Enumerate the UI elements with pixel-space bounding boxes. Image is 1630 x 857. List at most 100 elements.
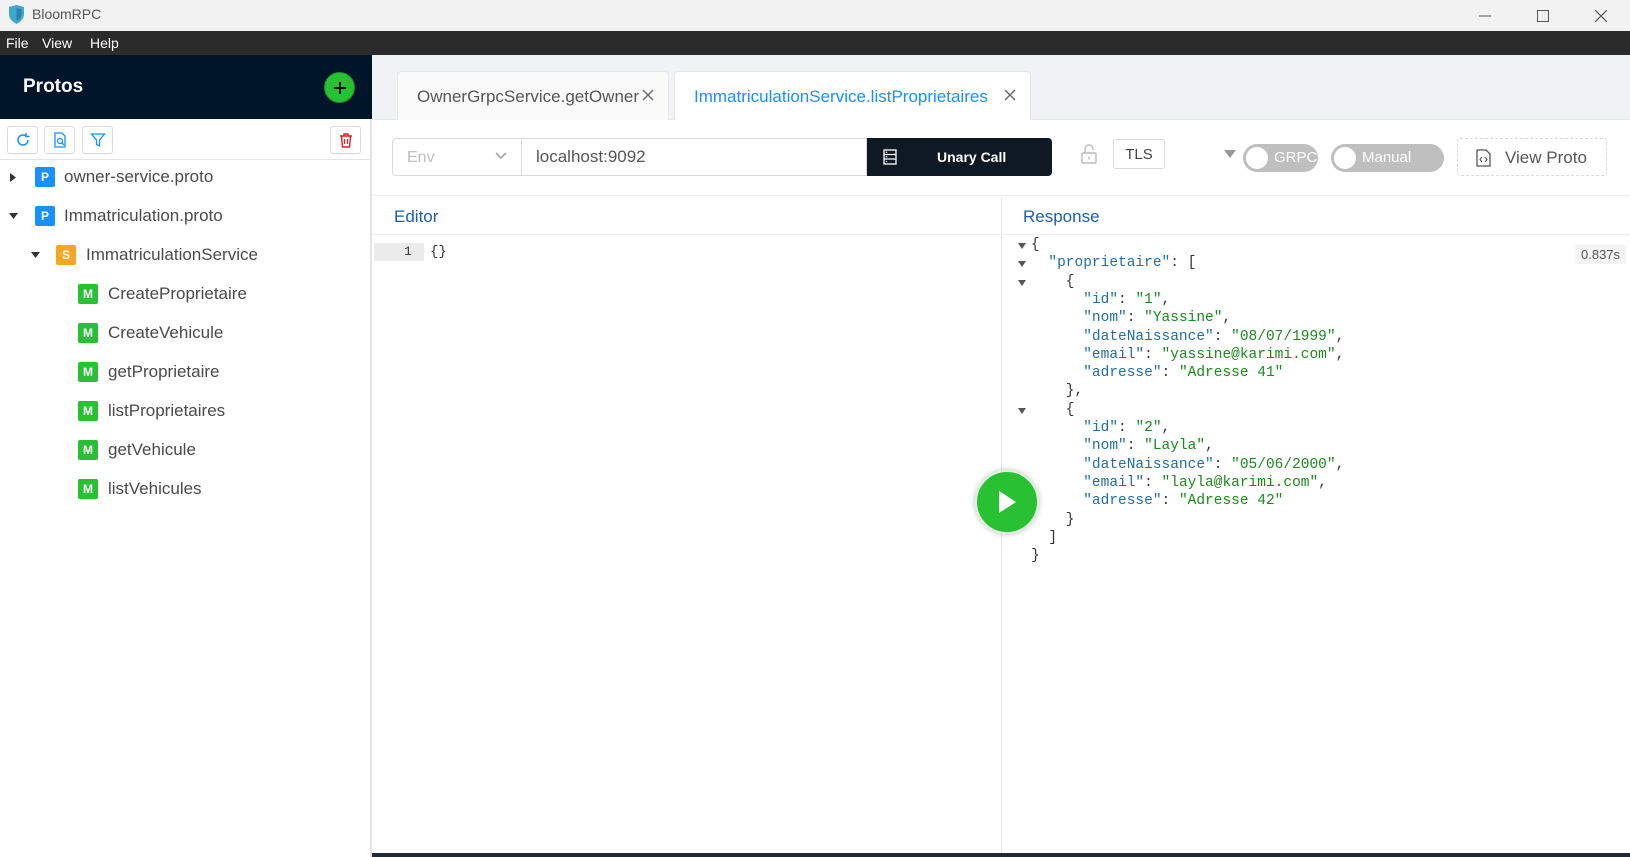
json-line: "email": "yassine@karimi.com", xyxy=(1031,347,1344,363)
json-line: } xyxy=(1031,548,1040,564)
json-punctuation xyxy=(1031,457,1083,473)
filter-methods-button[interactable] xyxy=(82,126,113,154)
play-icon xyxy=(999,491,1016,513)
file-code-icon xyxy=(1476,149,1491,167)
editor-gutter: 1 xyxy=(374,243,424,261)
menu-help[interactable]: Help xyxy=(90,35,119,51)
close-tab-icon[interactable] xyxy=(1003,88,1017,102)
trash-icon xyxy=(339,133,352,148)
request-editor[interactable]: {} xyxy=(430,244,447,260)
method-tag-icon: M xyxy=(78,401,98,421)
import-path-button[interactable] xyxy=(44,126,75,154)
tree-item-immatriculation-proto[interactable]: P Immatriculation.proto xyxy=(0,202,370,230)
json-line: "email": "layla@karimi.com", xyxy=(1031,475,1327,491)
caret-down-icon[interactable] xyxy=(30,250,40,260)
reload-icon xyxy=(16,133,29,146)
caret-right-icon[interactable] xyxy=(8,172,18,182)
json-string-value: "1" xyxy=(1135,291,1162,308)
response-pane: Response 0.837s { "proprietaire": [ { "i… xyxy=(1003,197,1630,857)
run-request-button[interactable] xyxy=(975,470,1039,534)
fold-toggle-icon[interactable] xyxy=(1018,279,1026,286)
json-punctuation: , xyxy=(1318,474,1327,491)
add-proto-button[interactable] xyxy=(324,72,355,103)
json-punctuation: : xyxy=(1144,474,1162,491)
tree-item-method-listproprietaires[interactable]: M listProprietaires xyxy=(0,397,370,425)
json-punctuation: : xyxy=(1161,365,1179,382)
minimize-button[interactable] xyxy=(1456,0,1514,31)
tree-item-immatriculation-service[interactable]: S ImmatriculationService xyxy=(0,241,370,269)
unlock-icon[interactable] xyxy=(1080,144,1098,164)
view-proto-label: View Proto xyxy=(1505,148,1587,167)
json-punctuation xyxy=(1031,475,1083,491)
tree-item-owner-service-proto[interactable]: P owner-service.proto xyxy=(0,163,370,191)
reload-protos-button[interactable] xyxy=(7,126,38,154)
window-title: BloomRPC xyxy=(32,6,102,22)
unary-call-button[interactable]: Unary Call xyxy=(867,138,1052,176)
grpc-toggle[interactable]: GRPC xyxy=(1243,144,1318,172)
json-line: "proprietaire": [ xyxy=(1031,255,1196,271)
fold-toggle-icon[interactable] xyxy=(1018,261,1026,268)
line-number: 1 xyxy=(404,244,412,259)
json-punctuation: { xyxy=(1031,237,1040,253)
json-punctuation xyxy=(1031,365,1083,381)
json-punctuation: : [ xyxy=(1170,255,1197,272)
bloomrpc-logo-icon xyxy=(9,5,24,24)
database-icon xyxy=(883,149,897,165)
menu-view[interactable]: View xyxy=(42,35,72,51)
tab-label: OwnerGrpcService.getOwner xyxy=(417,87,640,106)
delete-all-button[interactable] xyxy=(330,126,361,154)
tree-item-method-createproprietaire[interactable]: M CreateProprietaire xyxy=(0,280,370,308)
menu-file[interactable]: File xyxy=(6,35,29,51)
window-title-bar: BloomRPC xyxy=(0,0,1630,31)
close-icon xyxy=(1595,9,1607,22)
json-line: ] xyxy=(1031,530,1057,546)
request-controls: Env Unary Call TLS GRPC Manual View Prot… xyxy=(372,120,1630,196)
method-tag-icon: M xyxy=(78,323,98,343)
manual-toggle[interactable]: Manual xyxy=(1331,144,1444,172)
caret-down-icon[interactable] xyxy=(1224,150,1236,158)
maximize-button[interactable] xyxy=(1514,0,1572,31)
json-punctuation: } xyxy=(1031,511,1075,528)
json-string-value: "layla@karimi.com" xyxy=(1161,474,1319,491)
json-string-value: "Yassine" xyxy=(1144,310,1223,327)
response-time-badge: 0.837s xyxy=(1575,245,1627,264)
tree-item-method-listvehicules[interactable]: M listVehicules xyxy=(0,475,370,503)
json-punctuation: , xyxy=(1335,456,1345,473)
tls-button[interactable]: TLS xyxy=(1113,139,1165,169)
tab-ownergrpcservice-getowner[interactable]: OwnerGrpcService.getOwner xyxy=(397,71,669,120)
json-punctuation: , xyxy=(1222,310,1232,327)
tree-item-method-createvehicule[interactable]: M CreateVehicule xyxy=(0,319,370,347)
file-search-icon xyxy=(53,132,66,148)
json-string-value: "08/07/1999" xyxy=(1231,328,1336,345)
json-string-value: "Adresse 41" xyxy=(1178,365,1284,382)
tab-immatriculationservice-listproprietaires[interactable]: ImmatriculationService.listProprietaires xyxy=(674,71,1031,121)
grpc-toggle-label: GRPC xyxy=(1274,149,1318,166)
tree-item-label: CreateProprietaire xyxy=(108,284,247,303)
tree-item-label: Immatriculation.proto xyxy=(64,206,223,225)
json-key: "dateNaissance" xyxy=(1083,456,1214,473)
fold-toggle-icon[interactable] xyxy=(1018,407,1026,414)
tree-item-label: CreateVehicule xyxy=(108,323,224,342)
json-string-value: "yassine@karimi.com" xyxy=(1161,346,1336,363)
env-select[interactable]: Env xyxy=(392,138,522,176)
json-punctuation: : xyxy=(1144,346,1162,363)
tree-item-method-getproprietaire[interactable]: M getProprietaire xyxy=(0,358,370,386)
tree-item-label: getProprietaire xyxy=(108,362,220,381)
json-punctuation: : xyxy=(1126,438,1145,455)
json-punctuation xyxy=(1031,255,1048,271)
tree-item-method-getvehicule[interactable]: M getVehicule xyxy=(0,436,370,464)
proto-tag-icon: P xyxy=(35,206,55,226)
caret-down-icon[interactable] xyxy=(8,211,18,221)
tree-item-label: owner-service.proto xyxy=(64,167,214,186)
json-punctuation xyxy=(1031,347,1083,363)
server-url-input[interactable] xyxy=(522,138,867,176)
fold-toggle-icon[interactable] xyxy=(1018,243,1026,249)
close-tab-icon[interactable] xyxy=(641,88,655,102)
json-string-value: "Adresse 42" xyxy=(1178,493,1284,510)
json-line: "adresse": "Adresse 42" xyxy=(1031,493,1283,509)
tree-item-label: listProprietaires xyxy=(108,401,226,420)
view-proto-button[interactable]: View Proto xyxy=(1457,138,1607,176)
close-window-button[interactable] xyxy=(1572,0,1630,31)
unary-call-label: Unary Call xyxy=(937,149,1007,165)
json-punctuation xyxy=(1031,329,1083,345)
